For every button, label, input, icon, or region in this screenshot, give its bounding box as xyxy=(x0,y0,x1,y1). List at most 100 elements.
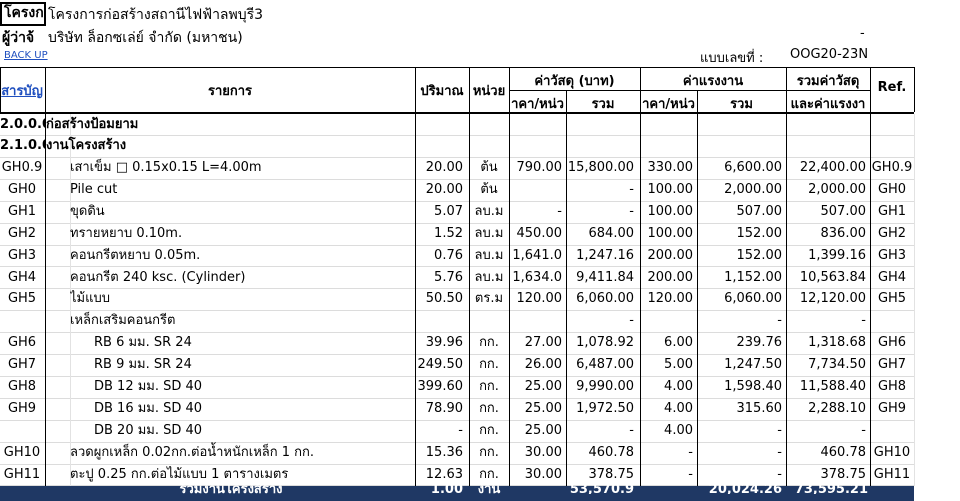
item-labor-unit-price[interactable]: 5.00 xyxy=(640,354,693,376)
item-quantity[interactable]: 399.60 xyxy=(415,376,464,398)
item-material-unit-price[interactable] xyxy=(509,179,562,201)
item-total[interactable]: - xyxy=(786,420,866,442)
item-labor-sum[interactable]: 152.00 xyxy=(697,245,783,267)
item-code[interactable]: GH0.9 xyxy=(0,157,44,179)
item-code[interactable]: GH4 xyxy=(0,267,44,289)
item-total[interactable]: 10,563.84 xyxy=(786,267,866,289)
item-code[interactable]: GH9 xyxy=(0,398,44,420)
item-labor-sum[interactable]: 2,000.00 xyxy=(697,179,782,201)
item-ref[interactable]: GH9 xyxy=(870,398,914,420)
item-code[interactable]: GH2 xyxy=(0,223,44,245)
item-labor-unit-price[interactable]: 4.00 xyxy=(640,376,693,398)
item-description[interactable]: DB 20 มม. SD 40 xyxy=(94,420,410,442)
item-quantity[interactable]: - xyxy=(415,420,463,442)
table-row[interactable]: GH4 คอนกรีต 240 ksc. (Cylinder) 5.76 ลบ.ม 1,… xyxy=(0,267,960,289)
item-labor-sum[interactable]: - xyxy=(697,310,782,332)
item-unit[interactable]: ลบ.ม xyxy=(469,267,509,289)
table-row[interactable]: GH0.9 เสาเข็ม □ 0.15x0.15 L=4.00m 20.00 ต้น… xyxy=(0,157,960,179)
item-quantity[interactable]: 0.76 xyxy=(415,245,463,267)
item-code[interactable]: GH5 xyxy=(0,288,44,310)
item-total[interactable]: 11,588.40 xyxy=(786,376,866,398)
item-description[interactable]: Pile cut xyxy=(70,179,410,201)
item-description[interactable]: ทรายหยาบ 0.10m. xyxy=(70,223,410,245)
item-code[interactable]: GH7 xyxy=(0,354,44,376)
item-description[interactable]: DB 12 มม. SD 40 xyxy=(94,376,410,398)
item-total[interactable]: 1,318.68 xyxy=(786,332,866,354)
item-total[interactable]: 12,120.00 xyxy=(786,288,866,310)
item-quantity[interactable]: 5.07 xyxy=(415,201,463,223)
item-total[interactable]: 460.78 xyxy=(786,442,867,464)
item-quantity[interactable]: 20.00 xyxy=(415,157,463,179)
item-labor-unit-price[interactable]: 4.00 xyxy=(640,420,693,442)
item-material-sum[interactable]: - xyxy=(566,201,634,223)
item-material-sum[interactable]: 9,990.00 xyxy=(566,376,634,398)
item-total[interactable]: 7,734.50 xyxy=(786,354,866,376)
item-unit[interactable]: กก. xyxy=(469,398,509,420)
item-material-sum[interactable]: 1,247.16 xyxy=(566,245,634,267)
item-material-unit-price[interactable]: 30.00 xyxy=(509,464,562,486)
item-labor-sum[interactable]: - xyxy=(697,442,782,464)
item-quantity[interactable]: 1.52 xyxy=(415,223,463,245)
item-material-sum[interactable]: 6,060.00 xyxy=(566,288,634,310)
item-unit[interactable]: ต้น xyxy=(469,157,509,179)
item-description[interactable]: ลวดผูกเหล็ก 0.02กก.ต่อน้ำหนักเหล็ก 1 กก. xyxy=(70,442,410,464)
item-material-sum[interactable]: 9,411.84 xyxy=(566,267,634,289)
item-labor-unit-price[interactable]: 6.00 xyxy=(640,332,693,354)
item-code[interactable]: GH10 xyxy=(0,442,44,464)
item-material-unit-price[interactable]: 120.00 xyxy=(509,288,563,310)
item-description[interactable]: DB 16 มม. SD 40 xyxy=(94,398,410,420)
item-ref[interactable]: GH4 xyxy=(870,267,914,289)
item-unit[interactable]: กก. xyxy=(469,420,509,442)
item-labor-sum[interactable]: 6,060.00 xyxy=(697,288,782,310)
table-row[interactable]: เหล็กเสริมคอนกรีต - - - xyxy=(0,310,960,332)
item-labor-sum[interactable]: 239.76 xyxy=(697,332,783,354)
item-quantity[interactable]: 249.50 xyxy=(415,354,464,376)
item-labor-unit-price[interactable]: - xyxy=(640,464,693,486)
table-row[interactable]: GH9 DB 16 มม. SD 40 78.90 กก. 25.00 1,972.50 4… xyxy=(0,398,960,420)
table-row[interactable]: GH2 ทรายหยาบ 0.10m. 1.52 ลบ.ม 450.00 684.00 10… xyxy=(0,223,960,245)
table-row[interactable]: GH5 ไม้แบบ 50.50 ตร.ม 120.00 6,060.00 120.00 6,… xyxy=(0,288,960,310)
item-code[interactable]: GH0 xyxy=(0,179,44,201)
item-unit[interactable]: ลบ.ม xyxy=(469,245,509,267)
item-material-sum[interactable]: 6,487.00 xyxy=(566,354,634,376)
item-material-unit-price[interactable]: 1,634.0 xyxy=(509,267,562,289)
item-unit[interactable]: กก. xyxy=(469,354,509,376)
table-row[interactable]: GH6 RB 6 มม. SR 24 39.96 กก. 27.00 1,078.92 6.… xyxy=(0,332,960,354)
item-material-unit-price[interactable]: 1,641.0 xyxy=(509,245,562,267)
item-material-sum[interactable]: - xyxy=(566,310,634,332)
item-total[interactable]: 836.00 xyxy=(786,223,867,245)
item-unit[interactable]: ลบ.ม xyxy=(469,223,509,245)
item-unit[interactable]: กก. xyxy=(469,332,509,354)
item-material-sum[interactable]: 684.00 xyxy=(566,223,635,245)
item-quantity[interactable]: 50.50 xyxy=(415,288,463,310)
item-ref[interactable]: GH5 xyxy=(870,288,914,310)
item-description[interactable]: RB 6 มม. SR 24 xyxy=(94,332,410,354)
item-labor-sum[interactable]: 1,598.40 xyxy=(697,376,782,398)
item-material-sum[interactable]: 1,078.92 xyxy=(566,332,634,354)
item-ref[interactable]: GH3 xyxy=(870,245,914,267)
item-ref[interactable]: GH6 xyxy=(870,332,914,354)
item-labor-sum[interactable]: 315.60 xyxy=(697,398,783,420)
item-material-unit-price[interactable]: 790.00 xyxy=(509,157,563,179)
table-row[interactable]: GH8 DB 12 มม. SD 40 399.60 กก. 25.00 9,990.00… xyxy=(0,376,960,398)
item-labor-sum[interactable]: - xyxy=(697,420,782,442)
item-material-unit-price[interactable]: 27.00 xyxy=(509,332,562,354)
item-code[interactable]: GH8 xyxy=(0,376,44,398)
item-material-sum[interactable]: 15,800.00 xyxy=(566,157,634,179)
item-labor-unit-price[interactable]: 4.00 xyxy=(640,398,693,420)
item-ref[interactable]: GH8 xyxy=(870,376,914,398)
item-ref[interactable]: GH7 xyxy=(870,354,914,376)
item-unit[interactable]: กก. xyxy=(469,376,509,398)
item-ref[interactable]: GH10 xyxy=(870,442,914,464)
item-material-unit-price[interactable]: 25.00 xyxy=(509,376,562,398)
item-labor-unit-price[interactable]: 200.00 xyxy=(640,267,694,289)
item-labor-unit-price[interactable]: 120.00 xyxy=(640,288,694,310)
back-up-link[interactable]: BACK UP xyxy=(4,50,48,61)
item-labor-unit-price[interactable] xyxy=(640,310,693,332)
item-labor-unit-price[interactable]: - xyxy=(640,442,693,464)
table-row[interactable]: DB 20 มม. SD 40- กก. 25.00-4.00- - xyxy=(0,420,960,442)
item-labor-unit-price[interactable]: 100.00 xyxy=(640,201,694,223)
item-code[interactable] xyxy=(0,310,44,332)
item-labor-sum[interactable]: 152.00 xyxy=(697,223,783,245)
item-quantity[interactable]: 5.76 xyxy=(415,267,463,289)
